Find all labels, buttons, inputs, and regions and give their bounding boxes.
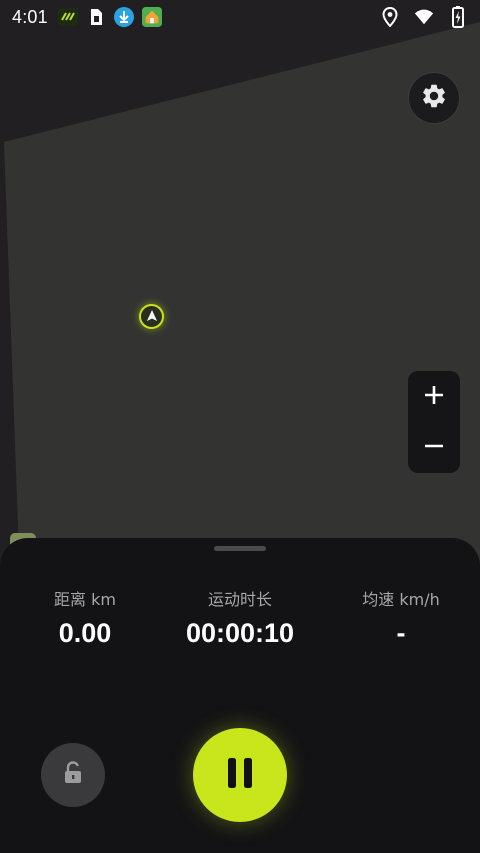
speed-label: 均速 km/h [362, 590, 440, 609]
sim-card-icon [86, 7, 106, 27]
zoom-in-button[interactable] [408, 371, 460, 422]
download-icon [113, 7, 134, 27]
duration-stat: 运动时长 00:00:10 [160, 586, 320, 649]
settings-button[interactable] [409, 73, 459, 123]
duration-value: 00:00:10 [185, 618, 295, 648]
workout-screen: 4:01 距离 km 0.00 运动时长 00:00:10 均速 km/h - [0, 0, 480, 853]
gear-icon [420, 82, 448, 114]
distance-value: 0.00 [58, 618, 112, 648]
workout-stats-sheet: 距离 km 0.00 运动时长 00:00:10 均速 km/h - [0, 538, 480, 853]
sheet-drag-handle[interactable] [214, 546, 266, 551]
home-app-icon [141, 7, 162, 27]
distance-label: 距离 km [54, 590, 116, 609]
wifi-icon [414, 7, 434, 27]
status-bar: 4:01 [0, 0, 480, 34]
battery-charging-icon [448, 6, 468, 28]
pause-button[interactable] [193, 728, 287, 822]
pause-icon [225, 757, 255, 793]
navigation-arrow-icon [146, 307, 158, 326]
zoom-out-button[interactable] [408, 422, 460, 473]
location-icon [380, 7, 400, 27]
minus-icon [423, 435, 445, 461]
unlock-icon [62, 761, 84, 789]
status-time: 4:01 [12, 6, 48, 27]
lock-screen-button[interactable] [41, 743, 105, 807]
duration-label: 运动时长 [207, 590, 272, 609]
plus-icon [423, 384, 445, 410]
speed-stat: 均速 km/h - [340, 586, 462, 649]
current-location-marker [139, 304, 164, 329]
speed-value: - [396, 618, 406, 648]
zoom-controls [408, 371, 460, 473]
app-notification-icon [57, 7, 78, 27]
distance-stat: 距离 km 0.00 [20, 586, 150, 649]
